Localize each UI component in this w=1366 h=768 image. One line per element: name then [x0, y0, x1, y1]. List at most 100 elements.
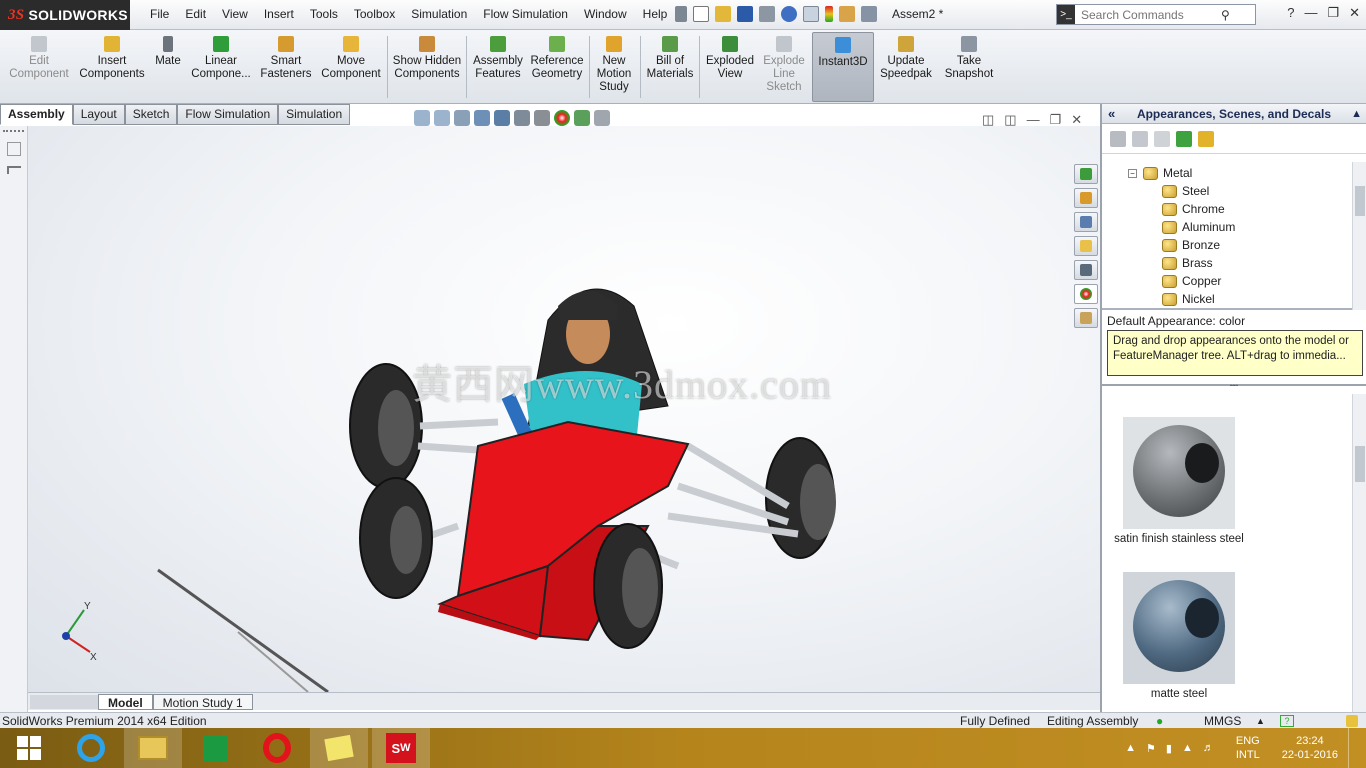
zoom-to-fit-icon[interactable] — [414, 110, 430, 126]
tab-sketch[interactable]: Sketch — [124, 104, 178, 125]
tab-simulation[interactable]: Simulation — [278, 104, 351, 125]
menu-tools[interactable]: Tools — [302, 7, 346, 21]
task-pane-tab-custom-properties[interactable] — [1074, 308, 1098, 328]
task-pane-tab-home[interactable] — [1074, 188, 1098, 208]
power-icon[interactable]: ▮ — [1166, 742, 1172, 755]
exploded-view-button[interactable]: Exploded View — [702, 32, 758, 102]
viewport-minimize-icon[interactable]: — — [1027, 112, 1040, 128]
tab-flow-simulation[interactable]: Flow Simulation — [177, 104, 279, 125]
taskbar-sticky-notes[interactable] — [310, 728, 368, 768]
task-pane-tab-appearances[interactable] — [1074, 284, 1098, 304]
previous-view-icon[interactable] — [454, 110, 470, 126]
insert-components-button[interactable]: Insert Components — [76, 32, 148, 102]
menu-file[interactable]: File — [142, 7, 177, 21]
reference-geometry-button[interactable]: Reference Geometry — [528, 32, 586, 102]
task-pane-tab-resources[interactable] — [1074, 164, 1098, 184]
edit-component-button[interactable]: Edit Component — [4, 32, 74, 102]
tab-layout[interactable]: Layout — [72, 104, 125, 125]
tree-scroll-thumb[interactable] — [1355, 186, 1365, 216]
tree-item-chrome[interactable]: Chrome — [1162, 200, 1225, 218]
tag-icon[interactable] — [1346, 714, 1358, 727]
task-pane-tab-file-explorer[interactable] — [1074, 236, 1098, 256]
tree-item-copper[interactable]: Copper — [1162, 272, 1221, 290]
add-folder-icon[interactable] — [1154, 130, 1170, 147]
volume-icon[interactable]: ♬ — [1203, 742, 1214, 754]
help-status-icon[interactable]: ? — [1280, 714, 1294, 727]
rebuild-traffic-light-icon[interactable] — [825, 6, 833, 22]
menu-insert[interactable]: Insert — [256, 7, 302, 21]
viewport-split-icon[interactable]: ◫ — [982, 112, 994, 128]
show-hidden-icons-icon[interactable]: ▲ — [1125, 742, 1136, 754]
search-input[interactable] — [1081, 7, 1221, 22]
zoom-to-area-icon[interactable] — [434, 110, 450, 126]
search-commands-box[interactable]: >_ ⚲ — [1056, 4, 1256, 25]
tree-item-brass[interactable]: Brass — [1162, 254, 1213, 272]
task-pane-tab-view-palette[interactable] — [1074, 260, 1098, 280]
bill-of-materials-button[interactable]: Bill of Materials — [643, 32, 697, 102]
move-component-button[interactable]: Move Component — [318, 32, 384, 102]
solidworks-logo[interactable]: 3S SOLIDWORKS — [0, 0, 130, 30]
refresh-icon[interactable] — [1176, 130, 1192, 147]
restore-icon[interactable]: ❐ — [1327, 5, 1339, 21]
instant3d-button[interactable]: Instant3D — [812, 32, 874, 102]
viewport-layout-icon[interactable]: ◫ — [1004, 112, 1016, 128]
tree-item-aluminum[interactable]: Aluminum — [1162, 218, 1235, 236]
print-icon[interactable] — [759, 6, 775, 22]
panel-splitter[interactable]: ˆˆˆ — [1102, 384, 1366, 393]
edit-appearance-icon[interactable] — [554, 110, 570, 126]
task-pane-tab-design-library[interactable] — [1074, 212, 1098, 232]
pin-panel-icon[interactable]: ▲ — [1351, 108, 1362, 120]
take-snapshot-button[interactable]: Take Snapshot — [940, 32, 998, 102]
language-indicator[interactable]: ENG INTL — [1236, 734, 1260, 762]
smart-fasteners-button[interactable]: Smart Fasteners — [256, 32, 316, 102]
menu-window[interactable]: Window — [576, 7, 635, 21]
file-properties-icon[interactable] — [839, 6, 855, 22]
close-icon[interactable]: ✕ — [1349, 5, 1360, 21]
apply-scene-icon[interactable] — [574, 110, 590, 126]
display-style-icon[interactable] — [514, 110, 530, 126]
undo-icon[interactable] — [781, 6, 797, 22]
explode-line-sketch-button[interactable]: Explode Line Sketch — [758, 32, 810, 102]
taskbar-file-explorer[interactable] — [124, 728, 182, 768]
unit-system[interactable]: MMGS — [1204, 714, 1241, 728]
swatch-satin-finish-stainless-steel[interactable] — [1123, 417, 1235, 529]
collapse-panel-icon[interactable]: « — [1108, 106, 1115, 121]
options-icon[interactable] — [861, 6, 877, 22]
menu-view[interactable]: View — [214, 7, 256, 21]
new-document-icon[interactable] — [693, 6, 709, 22]
save-icon[interactable] — [737, 6, 753, 22]
mate-button[interactable]: Mate — [150, 32, 186, 102]
hide-show-items-icon[interactable] — [534, 110, 550, 126]
select-arrow-icon[interactable] — [803, 6, 819, 22]
collapse-node-icon[interactable]: − — [1128, 168, 1137, 178]
assembly-features-button[interactable]: Assembly Features — [468, 32, 528, 102]
tree-node-metal[interactable]: − Metal — [1128, 164, 1192, 182]
taskbar-internet-explorer[interactable] — [62, 728, 120, 768]
thumbnail-scroll-thumb[interactable] — [1355, 446, 1365, 482]
update-speedpak-button[interactable]: Update Speedpak — [876, 32, 936, 102]
unit-menu-arrow-icon[interactable]: ▲ — [1256, 716, 1265, 726]
menu-simulation[interactable]: Simulation — [403, 7, 475, 21]
feature-tree-icon[interactable] — [7, 142, 21, 156]
help-icon[interactable]: ? — [1287, 5, 1294, 21]
view-settings-icon[interactable] — [594, 110, 610, 126]
viewport-restore-icon[interactable]: ❐ — [1050, 112, 1062, 128]
taskbar-solidworks[interactable]: SW — [372, 728, 430, 768]
taskbar-opera[interactable] — [248, 728, 306, 768]
start-button[interactable] — [0, 728, 58, 768]
forward-icon[interactable] — [1132, 130, 1148, 147]
rebuild-status-icon[interactable]: ● — [1156, 714, 1163, 728]
tab-model[interactable]: Model — [98, 693, 153, 710]
mate-step-icon[interactable] — [7, 166, 21, 174]
section-view-icon[interactable] — [474, 110, 490, 126]
tree-scrollbar[interactable] — [1352, 162, 1366, 310]
linear-component-pattern-button[interactable]: Linear Compone... — [188, 32, 254, 102]
menu-toolbox[interactable]: Toolbox — [346, 7, 403, 21]
back-icon[interactable] — [1110, 130, 1126, 147]
network-icon[interactable]: ▲ — [1182, 742, 1193, 754]
new-motion-study-button[interactable]: New Motion Study — [592, 32, 636, 102]
show-desktop-button[interactable] — [1348, 728, 1356, 768]
tree-item-bronze[interactable]: Bronze — [1162, 236, 1220, 254]
search-icon[interactable]: ⚲ — [1221, 8, 1230, 22]
menu-help[interactable]: Help — [635, 7, 676, 21]
